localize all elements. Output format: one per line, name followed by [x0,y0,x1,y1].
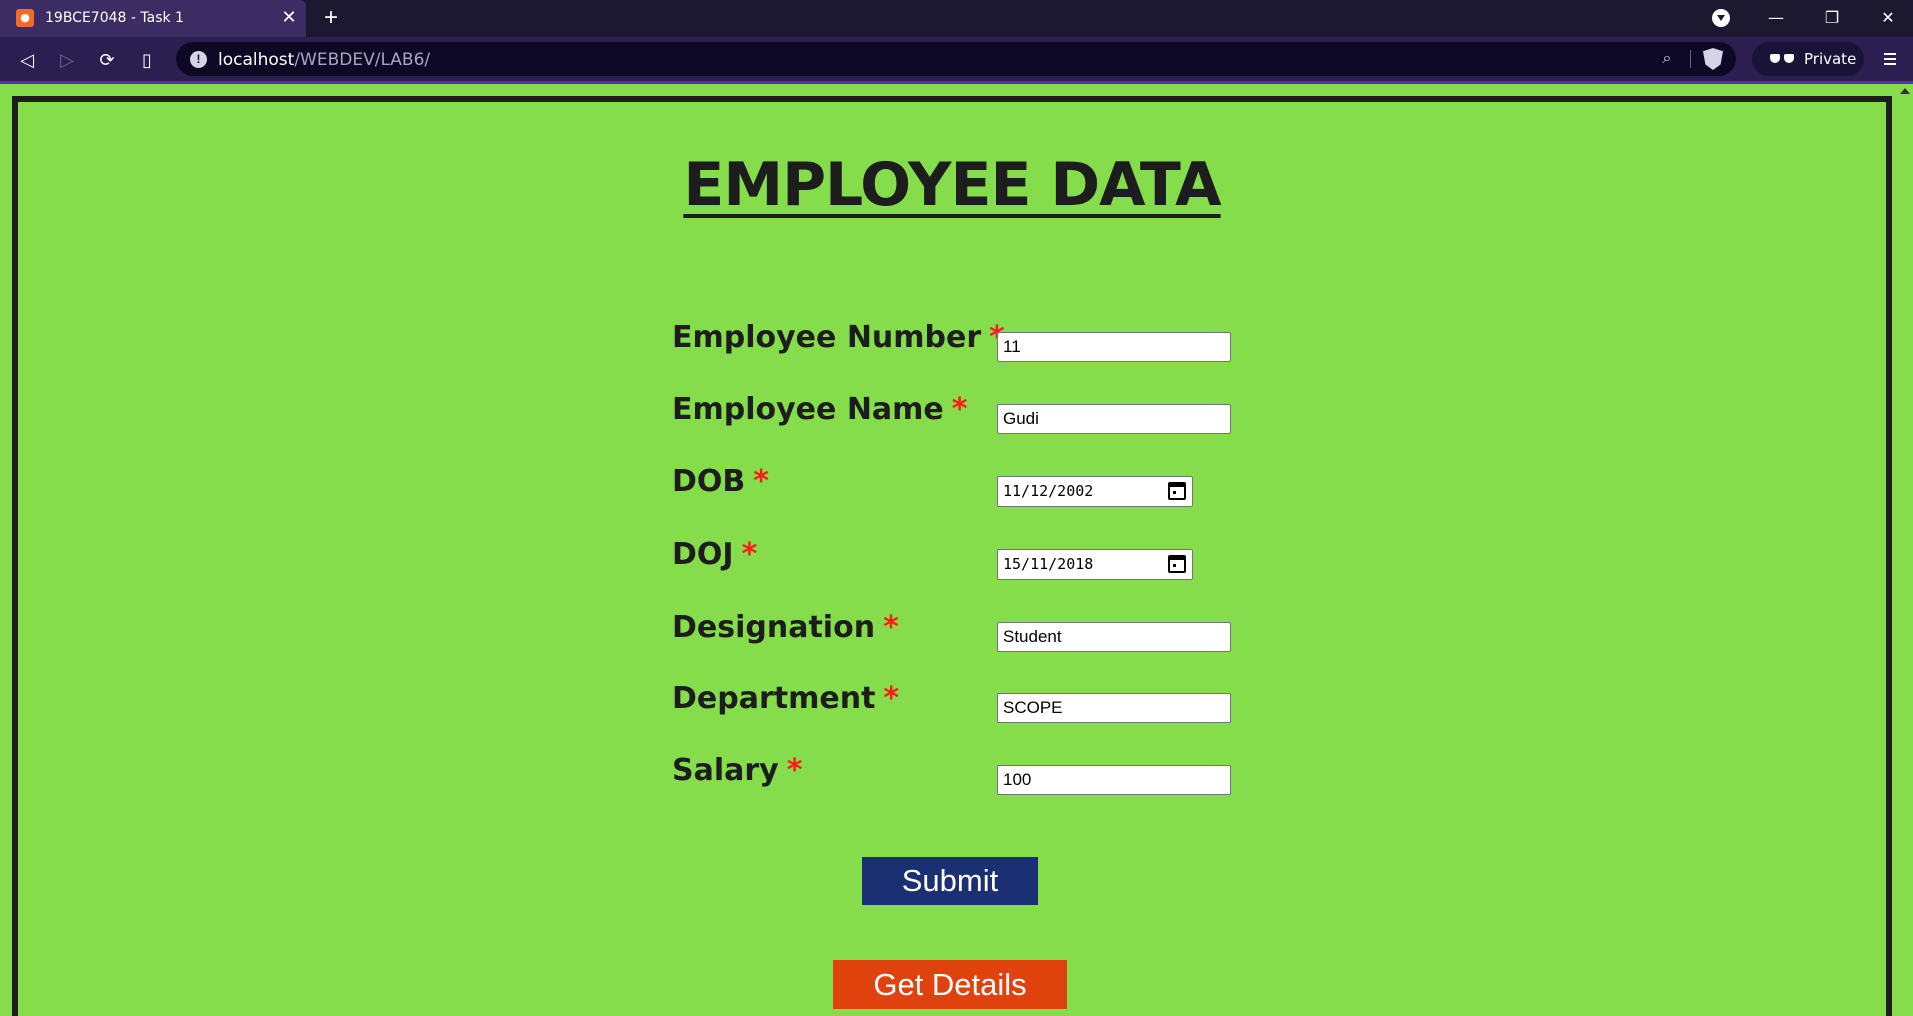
calendar-icon[interactable] [1168,555,1186,573]
employee-number-input[interactable] [997,332,1231,362]
back-icon[interactable]: ◁ [14,48,40,74]
scroll-up-icon[interactable] [1900,88,1910,94]
xampp-favicon-icon: ● [16,9,34,27]
employee-number-label: Employee Number* [672,320,1005,355]
salary-label-text: Salary [672,753,779,788]
minimize-icon[interactable]: — [1761,4,1791,32]
close-window-icon[interactable]: ✕ [1873,4,1903,32]
salary-label: Salary * [672,753,802,788]
url-separator [1690,50,1691,68]
doj-date-input[interactable]: 15/11/2018 [997,549,1193,580]
address-bar[interactable]: ! localhost/WEBDEV/LAB6/ ⌕ [176,42,1736,76]
get-details-button[interactable]: Get Details [833,960,1067,1009]
site-info-icon[interactable]: ! [190,51,207,68]
url-path: /WEBDEV/LAB6/ [294,50,431,70]
tab-title: 19BCE7048 - Task 1 [45,10,184,26]
required-asterisk: * [753,464,769,499]
employee-name-input[interactable] [997,404,1231,434]
calendar-icon[interactable] [1168,482,1186,500]
browser-toolbar: ◁ ▷ ⟳ ▯ ! localhost/WEBDEV/LAB6/ ⌕ Priva… [0,37,1913,84]
employee-name-label-text: Employee Name [672,392,944,427]
url-text[interactable]: localhost/WEBDEV/LAB6/ [218,50,430,70]
page-title: EMPLOYEE DATA [683,150,1221,220]
designation-label: Designation * [672,610,899,645]
salary-input[interactable] [997,765,1231,795]
forward-icon[interactable]: ▷ [54,48,80,74]
dob-value: 11/12/2002 [1003,482,1094,500]
form-container: EMPLOYEE DATA Employee Number* Employee … [12,96,1892,1016]
bookmark-icon[interactable]: ▯ [134,48,160,74]
dob-date-input[interactable]: 11/12/2002 [997,476,1193,507]
hamburger-menu-icon[interactable] [1881,50,1899,68]
reload-icon[interactable]: ⟳ [94,48,120,74]
department-label-text: Department [672,681,876,716]
required-asterisk: * [883,610,899,645]
required-asterisk: * [741,537,758,572]
close-tab-icon[interactable]: ✕ [278,6,300,28]
designation-input[interactable] [997,622,1231,652]
required-asterisk: * [786,753,803,788]
department-input[interactable] [997,693,1231,723]
page-viewport: EMPLOYEE DATA Employee Number* Employee … [0,84,1913,1016]
department-label: Department * [672,681,899,716]
browser-tab[interactable]: ● 19BCE7048 - Task 1 ✕ [0,0,306,37]
new-tab-icon[interactable]: + [318,5,344,31]
employee-number-label-text: Employee Number [672,320,982,355]
required-asterisk: * [883,681,900,716]
required-asterisk: * [951,392,968,427]
submit-button[interactable]: Submit [862,857,1038,905]
scrollbar[interactable] [1897,84,1913,1016]
doj-value: 15/11/2018 [1003,555,1094,573]
private-window-badge[interactable]: Private [1752,42,1864,76]
designation-label-text: Designation [672,610,876,645]
doj-label: DOJ * [672,537,757,572]
url-host: localhost [218,50,295,70]
tab-search-icon[interactable] [1712,9,1730,27]
doj-label-text: DOJ [672,537,734,572]
dob-label: DOB * [672,464,769,499]
restore-icon[interactable]: ❐ [1817,4,1847,32]
dob-label-text: DOB [672,464,746,499]
tab-strip: ● 19BCE7048 - Task 1 ✕ + — ❐ ✕ [0,0,1913,37]
brave-shields-icon[interactable] [1703,48,1723,70]
private-glasses-icon [1770,54,1794,64]
employee-name-label: Employee Name * [672,392,967,427]
private-label: Private [1804,50,1857,68]
zoom-icon[interactable]: ⌕ [1656,48,1678,70]
